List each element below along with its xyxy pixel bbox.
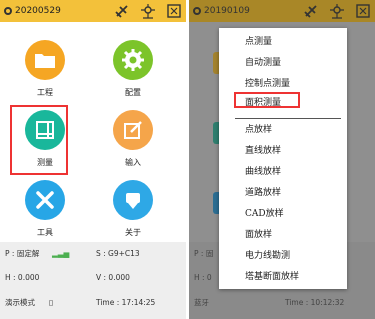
selected-item-highlight [234, 92, 300, 108]
solution-status: P : 固 [194, 249, 214, 258]
app-input[interactable]: 输入 [100, 110, 166, 168]
app-label: 工具 [37, 228, 53, 237]
satellite-icon[interactable] [114, 3, 130, 19]
menu-item-control-point[interactable]: 控制点测量 [245, 78, 290, 90]
mode-label: 蓝牙 [194, 298, 209, 307]
left-screen: 20200529 工程 配置 测量 输入 工具 关于 P: 固定解 ▂▃▅ S… [0, 0, 186, 319]
edit-icon [113, 110, 153, 150]
app-label: 配置 [125, 88, 141, 97]
satellite-icon[interactable] [303, 3, 319, 19]
antenna-icon[interactable] [329, 3, 345, 19]
menu-item-auto-survey[interactable]: 自动测量 [245, 57, 281, 69]
signal-icon: ▂▃▅ [52, 249, 70, 258]
date-label: 20200529 [15, 6, 61, 16]
status-bar: 20200529 [0, 0, 186, 22]
app-label: 输入 [125, 158, 141, 167]
h-precision: H : 0.000 [5, 273, 40, 282]
satellite-count: S : G9+C13 [96, 249, 140, 258]
battery-icon: ▯ [49, 298, 54, 307]
menu-divider [235, 118, 341, 119]
menu-item-powerline-survey[interactable]: 电力线勘测 [245, 250, 290, 262]
mode-label: 演示模式 [5, 298, 35, 307]
time-label: Time : 10:12:32 [285, 298, 345, 307]
clock-icon [193, 7, 201, 15]
app-label: 关于 [125, 228, 141, 237]
status-bar: 20190109 [189, 0, 375, 22]
status-panel: P : 固定解 ▂▃▅ S : G9+C13 H : 0.000 V : 0.0… [0, 242, 186, 319]
menu-item-road-stakeout[interactable]: 道路放样 [245, 187, 281, 199]
menu-item-curve-stakeout[interactable]: 曲线放样 [245, 166, 281, 178]
app-config[interactable]: 配置 [100, 40, 166, 98]
menu-item-point-survey[interactable]: 点测量 [245, 36, 272, 48]
app-about[interactable]: 关于 [100, 180, 166, 238]
menu-item-point-stakeout[interactable]: 点放样 [245, 124, 272, 136]
tools-icon [25, 180, 65, 220]
solution-status: P : 固定解 [5, 249, 40, 258]
menu-item-tower-section[interactable]: 塔基断面放样 [245, 271, 299, 283]
selection-highlight [10, 105, 68, 175]
exit-icon[interactable] [166, 3, 182, 19]
time-label: Time : 17:14:25 [96, 298, 156, 307]
h-precision: H : 0 [194, 273, 212, 282]
menu-item-surface-stakeout[interactable]: 面放样 [245, 229, 272, 241]
device-icon [113, 180, 153, 220]
date-label: 20190109 [204, 6, 250, 16]
clock-icon [4, 7, 12, 15]
app-tools[interactable]: 工具 [12, 180, 78, 238]
survey-menu: 点测量 自动测量 控制点测量 面积测量 点放样 直线放样 曲线放样 道路放样 C… [219, 28, 347, 289]
gear-icon [113, 40, 153, 80]
folder-icon [25, 40, 65, 80]
exit-icon[interactable] [355, 3, 371, 19]
menu-item-cad-stakeout[interactable]: CAD放样 [245, 208, 284, 220]
menu-item-line-stakeout[interactable]: 直线放样 [245, 145, 281, 157]
antenna-icon[interactable] [140, 3, 156, 19]
app-project[interactable]: 工程 [12, 40, 78, 98]
app-label: 工程 [37, 88, 53, 97]
v-precision: V : 0.000 [96, 273, 130, 282]
